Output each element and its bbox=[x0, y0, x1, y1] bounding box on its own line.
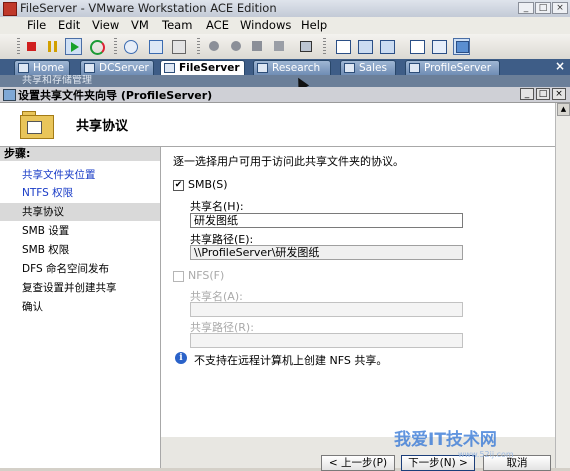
menu-bar: File Edit View VM Team ACE Windows Help bbox=[0, 17, 570, 34]
menu-vm[interactable]: VM bbox=[131, 18, 149, 32]
snapshot-manager-icon[interactable] bbox=[170, 38, 187, 55]
nfs-checkbox[interactable] bbox=[173, 271, 184, 282]
wizard-header: 共享协议 bbox=[0, 103, 555, 147]
toolbar-grip bbox=[17, 38, 20, 55]
nfs-share-path-field bbox=[190, 333, 463, 348]
tab-label: Research bbox=[272, 62, 321, 74]
toolbar bbox=[0, 34, 570, 60]
menu-help[interactable]: Help bbox=[301, 18, 327, 32]
wizard-title: 设置共享文件夹向导 (ProfileServer) bbox=[18, 89, 213, 102]
app-title: FileServer - VMware Workstation ACE Edit… bbox=[20, 1, 277, 15]
toolbar-grip bbox=[114, 38, 117, 55]
underlying-window-title: 共享和存储管理 bbox=[0, 75, 570, 87]
vm-icon bbox=[257, 63, 268, 73]
fullscreen-icon[interactable] bbox=[356, 38, 373, 55]
wizard-close-button[interactable]: × bbox=[552, 88, 566, 100]
tab-label: Sales bbox=[359, 62, 387, 74]
vm-icon bbox=[409, 63, 420, 73]
smb-share-path-field: \\ProfileServer\研发图纸 bbox=[190, 245, 463, 260]
info-icon: i bbox=[175, 352, 187, 364]
steps-title: 步骤: bbox=[0, 147, 160, 161]
tab-sales[interactable]: Sales bbox=[340, 60, 396, 75]
summary-view-icon[interactable] bbox=[408, 38, 425, 55]
shared-folder-icon bbox=[20, 111, 54, 139]
wizard-title-bar: 设置共享文件夹向导 (ProfileServer) _ □ × bbox=[0, 87, 570, 103]
step-dfs-publish: DFS 命名空间发布 bbox=[22, 263, 109, 275]
revert-snapshot-icon[interactable] bbox=[147, 38, 164, 55]
team-icon[interactable] bbox=[206, 38, 223, 55]
underlying-window-label: 共享和存储管理 bbox=[22, 75, 92, 86]
capture-icon[interactable] bbox=[297, 38, 314, 55]
vm-icon bbox=[84, 63, 95, 73]
wizard-icon bbox=[3, 89, 16, 101]
smb-share-name-input[interactable]: 研发图纸 bbox=[190, 213, 463, 228]
menu-edit[interactable]: Edit bbox=[58, 18, 80, 32]
vm-icon bbox=[344, 63, 355, 73]
tab-fileserver[interactable]: FileServer bbox=[160, 60, 245, 75]
step-share-protocols: 共享协议 bbox=[0, 203, 160, 221]
tab-label: ProfileServer bbox=[424, 62, 492, 74]
app-title-bar: FileServer - VMware Workstation ACE Edit… bbox=[0, 0, 570, 18]
tab-home[interactable]: Home bbox=[14, 60, 70, 75]
site-watermark: 我爱IT技术网 bbox=[394, 430, 497, 450]
tab-research[interactable]: Research bbox=[253, 60, 331, 75]
step-confirm: 确认 bbox=[22, 301, 43, 313]
tab-label: DCServer bbox=[99, 62, 149, 74]
team-settings-icon[interactable] bbox=[271, 38, 288, 55]
smb-label: SMB(S) bbox=[188, 178, 228, 191]
wizard-maximize-button[interactable]: □ bbox=[536, 88, 550, 100]
close-button[interactable]: × bbox=[552, 2, 568, 14]
snapshot-icon[interactable] bbox=[122, 38, 139, 55]
menu-ace[interactable]: ACE bbox=[206, 18, 229, 32]
step-ntfs-permissions[interactable]: NTFS 权限 bbox=[0, 184, 160, 202]
toolbar-grip bbox=[197, 38, 200, 55]
vertical-scrollbar[interactable]: ▲ bbox=[555, 103, 570, 468]
vm-tab-bar: Home DCServer FileServer Research Sales … bbox=[0, 59, 570, 75]
smb-share-name-label: 共享名(H): bbox=[190, 200, 244, 213]
tab-dcserver[interactable]: DCServer bbox=[80, 60, 154, 75]
team-network-icon[interactable] bbox=[249, 38, 266, 55]
scroll-up-icon[interactable]: ▲ bbox=[557, 103, 570, 116]
tab-profileserver[interactable]: ProfileServer bbox=[405, 60, 500, 75]
quick-switch-icon[interactable] bbox=[378, 38, 395, 55]
vm-icon bbox=[164, 63, 175, 73]
appliance-view-icon[interactable] bbox=[430, 38, 447, 55]
step-smb-permissions: SMB 权限 bbox=[22, 244, 70, 256]
power-on-icon[interactable] bbox=[65, 38, 82, 55]
tab-label: Home bbox=[33, 62, 65, 74]
reset-icon[interactable] bbox=[88, 38, 105, 55]
steps-panel: 步骤: 共享文件夹位置 NTFS 权限 共享协议 SMB 设置 SMB 权限 D… bbox=[0, 147, 161, 468]
step-review-create: 复查设置并创建共享 bbox=[22, 282, 117, 294]
page-title: 共享协议 bbox=[76, 119, 129, 134]
suspend-icon[interactable] bbox=[44, 38, 61, 55]
maximize-button[interactable]: □ bbox=[535, 2, 551, 14]
nfs-share-name-input[interactable] bbox=[190, 302, 463, 317]
minimize-button[interactable]: _ bbox=[518, 2, 534, 14]
site-watermark-url: www.52ij.com bbox=[458, 450, 514, 459]
home-icon bbox=[18, 63, 29, 73]
close-tab-icon[interactable]: × bbox=[555, 59, 565, 73]
menu-file[interactable]: File bbox=[27, 18, 46, 32]
menu-view[interactable]: View bbox=[92, 18, 119, 32]
power-off-icon[interactable] bbox=[23, 38, 40, 55]
step-smb-settings: SMB 设置 bbox=[22, 225, 70, 237]
protocol-content: 逐一选择用户可用于访问此共享文件夹的协议。 ✔ SMB(S) 共享名(H): 研… bbox=[161, 147, 555, 437]
back-button[interactable]: < 上一步(P) bbox=[321, 455, 395, 471]
smb-checkbox[interactable]: ✔ bbox=[173, 180, 184, 191]
menu-windows[interactable]: Windows bbox=[240, 18, 291, 32]
info-text: 不支持在远程计算机上创建 NFS 共享。 bbox=[194, 354, 388, 367]
step-share-location[interactable]: 共享文件夹位置 bbox=[0, 166, 160, 184]
nfs-label: NFS(F) bbox=[188, 269, 225, 282]
toolbar-grip bbox=[323, 38, 326, 55]
sidebar-toggle-icon[interactable] bbox=[334, 38, 351, 55]
wizard-minimize-button[interactable]: _ bbox=[520, 88, 534, 100]
intro-text: 逐一选择用户可用于访问此共享文件夹的协议。 bbox=[173, 155, 404, 168]
team-power-icon[interactable] bbox=[228, 38, 245, 55]
menu-team[interactable]: Team bbox=[162, 18, 192, 32]
tab-label: FileServer bbox=[179, 62, 240, 74]
console-view-icon[interactable] bbox=[453, 38, 470, 55]
vmware-app-icon bbox=[3, 2, 17, 16]
